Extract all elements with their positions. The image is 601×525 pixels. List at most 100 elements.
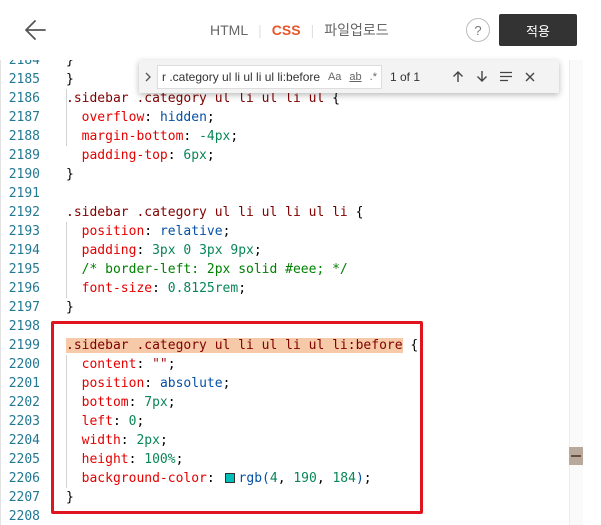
code-token: 6px (183, 148, 207, 163)
code-token: ; (238, 281, 247, 296)
code-token: : (206, 471, 223, 486)
code-line[interactable]: background-color: rgb(4, 190, 184); (66, 469, 418, 488)
code-line[interactable]: position: absolute; (66, 374, 418, 393)
code-line[interactable] (66, 507, 418, 525)
code-token: { (324, 91, 340, 106)
code-token: } (66, 167, 74, 182)
code-token: { (402, 338, 419, 353)
code-token: .sidebar .category ul li ul li ul (66, 91, 325, 106)
code-line[interactable]: .sidebar .category ul li ul li ul li:bef… (66, 336, 418, 355)
code-token: relative (159, 224, 223, 239)
code-token: { (347, 205, 364, 220)
tab-css[interactable]: CSS (262, 22, 311, 38)
find-replace-toggle[interactable] (139, 60, 157, 93)
code-token: ; (222, 224, 231, 239)
scrollbar-match-marker (571, 455, 581, 457)
whole-word-toggle[interactable]: ab (345, 71, 365, 83)
code-token: } (66, 72, 74, 87)
find-in-selection-button[interactable] (494, 65, 518, 89)
code-token: 2px (136, 433, 160, 448)
code-lines[interactable]: }} .sidebar .category ul li ul li ul { ov… (66, 60, 418, 525)
code-token: .sidebar .category ul li ul li ul li:bef… (66, 338, 403, 353)
line-number: 2197 (8, 300, 40, 315)
line-number: 2200 (8, 357, 40, 372)
code-line[interactable] (66, 317, 418, 336)
code-line[interactable]: .sidebar .category ul li ul li ul li { (66, 203, 418, 222)
code-token: : (136, 243, 153, 258)
code-token: left (81, 414, 113, 429)
match-count: 1 of 1 (390, 69, 421, 84)
next-match-button[interactable] (470, 65, 494, 89)
scrollbar-thumb[interactable] (569, 447, 583, 465)
tab-bar: HTML | CSS | 파일업로드 (200, 0, 399, 60)
help-icon: ? (474, 22, 482, 38)
match-case-toggle[interactable]: Aa (324, 71, 345, 83)
code-token: , (277, 471, 294, 486)
code-line[interactable]: width: 2px; (66, 431, 418, 450)
line-number: 2187 (8, 110, 40, 125)
code-token: ; (175, 452, 184, 467)
code-token: : (128, 452, 145, 467)
code-line[interactable]: /* border-left: 2px solid #eee; */ (66, 260, 418, 279)
code-token: ; (167, 357, 176, 372)
back-button[interactable] (18, 14, 52, 46)
code-token: 184 (332, 471, 356, 486)
arrow-down-icon (477, 71, 487, 82)
code-token: padding (81, 243, 137, 258)
code-token: 3px 0 3px 9px (152, 243, 254, 258)
line-number: 2201 (8, 376, 40, 391)
tab-html[interactable]: HTML (200, 22, 258, 38)
code-token: ; (222, 376, 231, 391)
find-widget: Aa ab .* 1 of 1 (139, 60, 559, 93)
code-token: : (112, 414, 129, 429)
line-number: 2185 (8, 72, 40, 87)
help-button[interactable]: ? (466, 18, 490, 42)
apply-button[interactable]: 적용 (499, 14, 577, 46)
code-token: absolute (159, 376, 223, 391)
line-number: 2206 (8, 471, 40, 486)
code-token: } (66, 490, 74, 505)
code-line[interactable]: } (66, 488, 418, 507)
code-token: padding-top (81, 148, 168, 163)
arrow-left-icon (25, 20, 46, 40)
line-number: 2190 (8, 167, 40, 182)
code-token: -4px (199, 129, 231, 144)
line-number: 2204 (8, 433, 40, 448)
code-token: : (136, 357, 153, 372)
code-token: 100% (144, 452, 176, 467)
code-token: ; (206, 148, 215, 163)
tab-file-upload[interactable]: 파일업로드 (314, 20, 398, 40)
code-token: ; (159, 433, 168, 448)
code-line[interactable]: overflow: hidden; (66, 108, 418, 127)
code-token: .sidebar .category ul li ul li ul li (66, 205, 348, 220)
code-line[interactable] (66, 184, 418, 203)
code-line[interactable]: padding-top: 6px; (66, 146, 418, 165)
line-number: 2192 (8, 205, 40, 220)
close-find-button[interactable] (518, 65, 542, 89)
line-number: 2188 (8, 129, 40, 144)
code-line[interactable]: height: 100%; (66, 450, 418, 469)
code-line[interactable]: left: 0; (66, 412, 418, 431)
find-input[interactable] (162, 69, 324, 84)
regex-toggle[interactable]: .* (366, 71, 381, 83)
code-line[interactable]: font-size: 0.8125rem; (66, 279, 418, 298)
previous-match-button[interactable] (446, 65, 470, 89)
code-token: hidden (159, 110, 207, 125)
code-token: font-size (81, 281, 153, 296)
code-line[interactable]: } (66, 298, 418, 317)
code-line[interactable]: position: relative; (66, 222, 418, 241)
line-number: 2186 (8, 91, 40, 106)
code-editor[interactable]: 2184 2185 2186 2187 2188 2189 2190 2191 2192 2193… (0, 60, 601, 525)
code-line[interactable]: padding: 3px 0 3px 9px; (66, 241, 418, 260)
code-line[interactable]: content: ""; (66, 355, 418, 374)
code-line[interactable]: bottom: 7px; (66, 393, 418, 412)
line-number: 2196 (8, 281, 40, 296)
code-token: : (167, 148, 184, 163)
code-line[interactable]: } (66, 165, 418, 184)
code-line[interactable]: margin-bottom: -4px; (66, 127, 418, 146)
